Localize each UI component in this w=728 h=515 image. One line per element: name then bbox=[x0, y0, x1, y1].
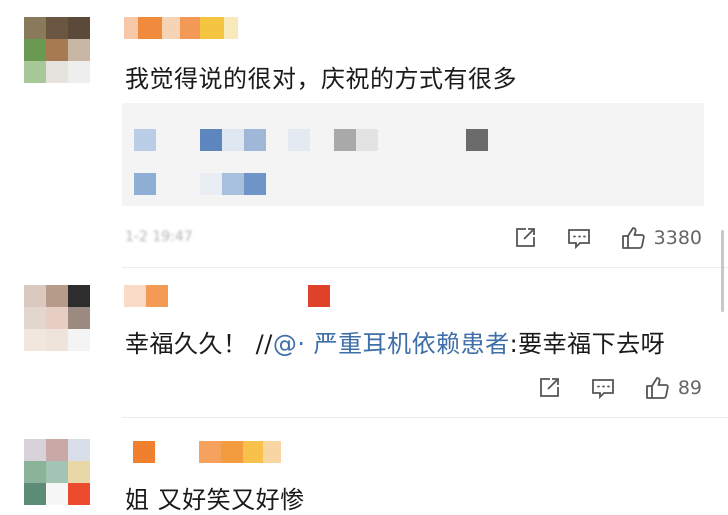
repost-icon[interactable] bbox=[536, 375, 562, 401]
comment-text: 姐 又好笑又好惨 bbox=[125, 486, 305, 514]
comment-text-prefix: 幸福久久！ // bbox=[125, 330, 273, 358]
like-button[interactable]: 3380 bbox=[620, 225, 702, 251]
avatar[interactable] bbox=[24, 17, 90, 83]
username-blurred[interactable] bbox=[124, 441, 281, 463]
username-blurred[interactable] bbox=[124, 17, 238, 39]
comment-1: 我觉得说的很对，庆祝的方式有很多 1-2 19:47 3380 bbox=[0, 0, 728, 268]
like-count: 89 bbox=[677, 377, 702, 399]
like-icon bbox=[645, 377, 669, 399]
comment-text: 幸福久久！ //@· 严重耳机依赖患者:要幸福下去呀 bbox=[125, 324, 665, 359]
avatar[interactable] bbox=[24, 439, 90, 505]
avatar[interactable] bbox=[24, 285, 90, 351]
quoted-post[interactable] bbox=[122, 103, 704, 206]
user-mention-link[interactable]: @· 严重耳机依赖患者 bbox=[273, 330, 510, 358]
like-count: 3380 bbox=[653, 227, 702, 249]
comment-text-suffix: :要幸福下去呀 bbox=[509, 330, 666, 358]
comment-icon[interactable] bbox=[566, 225, 592, 251]
timestamp: 1-2 19:47 bbox=[125, 229, 193, 245]
comment-actions: 3380 bbox=[512, 225, 702, 251]
comment-text: 我觉得说的很对，庆祝的方式有很多 bbox=[125, 65, 517, 93]
comment-icon[interactable] bbox=[590, 375, 616, 401]
like-button[interactable]: 89 bbox=[644, 375, 702, 401]
repost-icon[interactable] bbox=[512, 225, 538, 251]
comment-actions: 89 bbox=[536, 375, 702, 401]
like-icon bbox=[621, 227, 645, 249]
comment-2: 幸福久久！ //@· 严重耳机依赖患者:要幸福下去呀 89 bbox=[0, 268, 728, 418]
username-blurred[interactable] bbox=[124, 285, 330, 307]
comment-3: 姐 又好笑又好惨 bbox=[0, 418, 728, 514]
